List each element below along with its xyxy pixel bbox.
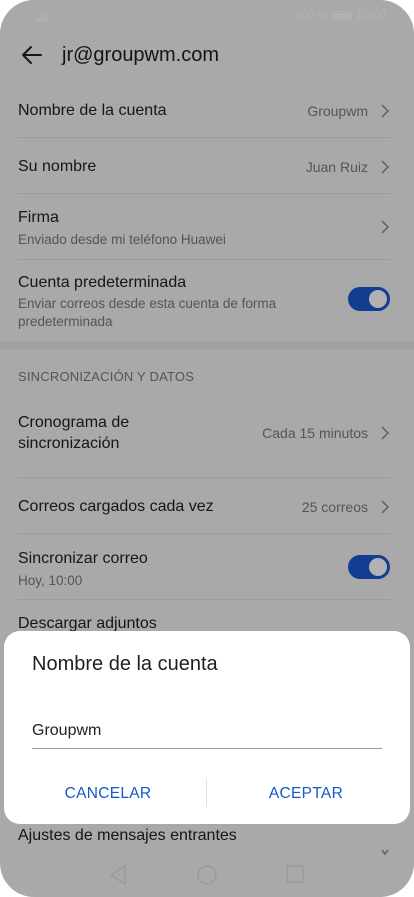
navigation-bar — [0, 858, 414, 894]
account-name-dialog: Nombre de la cuenta CANCELAR ACEPTAR — [4, 631, 410, 824]
nav-back-icon[interactable] — [108, 864, 128, 886]
accept-button[interactable]: ACEPTAR — [206, 779, 406, 809]
dialog-title: Nombre de la cuenta — [32, 653, 218, 675]
phone-screen: 100 % 10:00 jr@groupwm.com Nombre de la … — [0, 0, 414, 897]
nav-home-icon[interactable] — [196, 864, 218, 886]
cancel-button[interactable]: CANCELAR — [8, 779, 208, 809]
account-name-input[interactable] — [32, 719, 382, 749]
nav-recent-apps-icon[interactable] — [285, 864, 305, 884]
